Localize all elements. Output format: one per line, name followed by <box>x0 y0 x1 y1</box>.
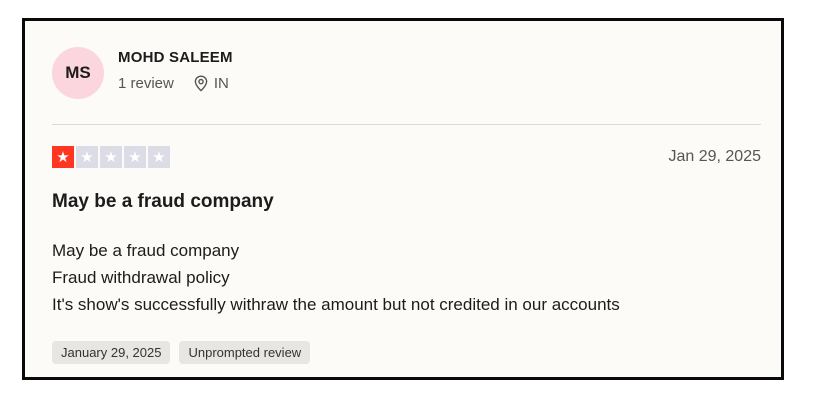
review-title[interactable]: May be a fraud company <box>52 191 274 213</box>
review-date: Jan 29, 2025 <box>668 148 761 165</box>
review-body: May be a fraud company Fraud withdrawal … <box>52 237 620 318</box>
star-empty-icon: ★ <box>100 146 122 168</box>
review-body-line: May be a fraud company <box>52 241 240 260</box>
date-of-experience-tag: January 29, 2025 <box>52 341 171 364</box>
reviewer-sub: 1 review IN <box>118 75 233 92</box>
star-empty-icon: ★ <box>148 146 170 168</box>
star-rating: ★ ★ ★ ★ ★ <box>52 146 170 168</box>
avatar-initials: MS <box>65 63 91 82</box>
review-count: 1 review <box>118 74 174 92</box>
review-body-line: Fraud withdrawal policy <box>52 268 230 287</box>
star-empty-icon: ★ <box>76 146 98 168</box>
review-body-line: It's show's successfully withraw the amo… <box>52 295 620 314</box>
divider <box>52 124 761 125</box>
review-tags: January 29, 2025 Unprompted review <box>52 341 311 364</box>
reviewer-header: MS MOHD SALEEM 1 review IN <box>52 47 233 99</box>
star-empty-icon: ★ <box>124 146 146 168</box>
reviewer-name[interactable]: MOHD SALEEM <box>118 49 233 66</box>
location-pin-icon <box>194 74 208 92</box>
reviewer-country: IN <box>213 74 229 92</box>
review-card: MS MOHD SALEEM 1 review IN ★ ★ ★ ★ ★ Jan 29,… <box>22 18 784 380</box>
unprompted-review-tag[interactable]: Unprompted review <box>179 341 311 364</box>
reviewer-meta: MOHD SALEEM 1 review IN <box>118 49 233 92</box>
avatar[interactable]: MS <box>52 47 104 99</box>
star-filled-icon: ★ <box>52 146 74 168</box>
